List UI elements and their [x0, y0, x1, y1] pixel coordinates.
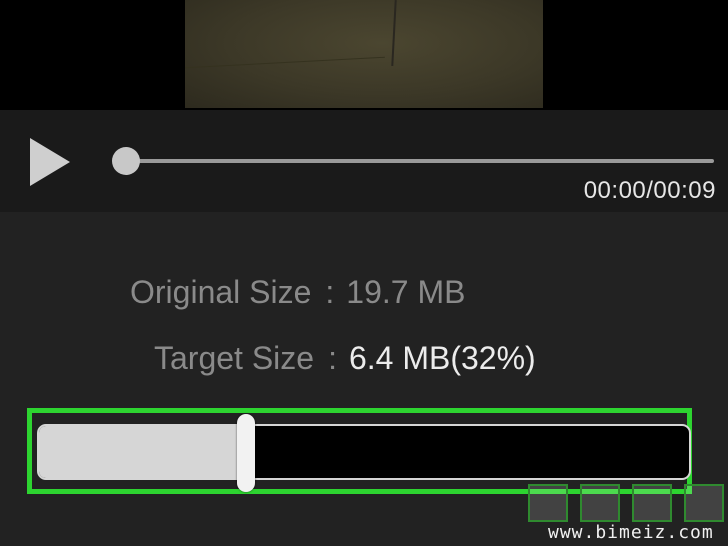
target-size-slider[interactable]: [37, 424, 691, 480]
scrub-track[interactable]: [126, 159, 714, 163]
target-size-label: Target Size: [154, 340, 315, 376]
watermark-url: www.bimeiz.com: [548, 522, 714, 543]
original-size-value: 19.7 MB: [346, 274, 466, 310]
scrub-knob[interactable]: [112, 147, 140, 175]
original-size-label: Original Size: [130, 274, 312, 310]
separator: :: [325, 274, 335, 310]
play-icon: [30, 138, 70, 186]
watermark: www.bimeiz.com: [528, 484, 728, 546]
video-content-detail: [391, 0, 397, 67]
video-content-detail: [185, 56, 385, 69]
slider-handle[interactable]: [237, 414, 255, 492]
separator: :: [328, 340, 337, 376]
video-frame[interactable]: [185, 0, 543, 108]
video-preview-area: [0, 0, 728, 110]
target-size-row: Target Size:6.4 MB(32%): [154, 340, 536, 377]
time-display: 00:00/00:09: [583, 177, 716, 204]
slider-fill: [39, 426, 248, 478]
target-size-value: 6.4 MB(32%): [348, 340, 536, 376]
player-controls: 00:00/00:09: [0, 110, 728, 212]
watermark-logo: [528, 484, 728, 522]
original-size-row: Original Size:19.7 MB: [130, 274, 465, 311]
play-button[interactable]: [28, 136, 72, 188]
